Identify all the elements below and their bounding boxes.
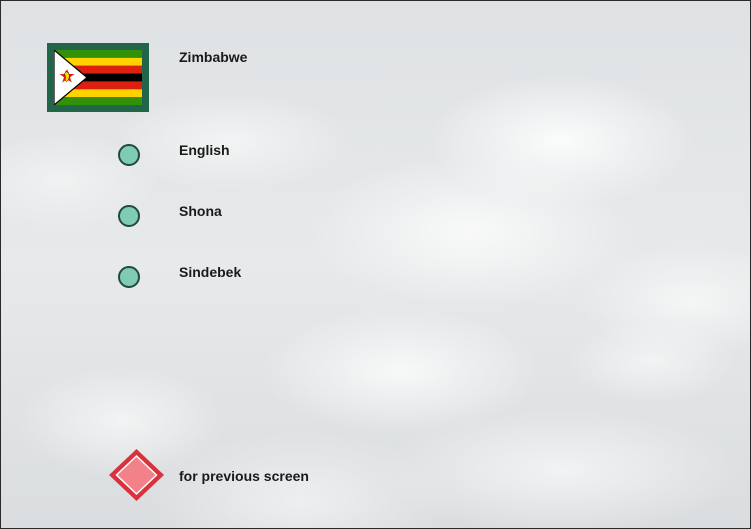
red-diamond-button-icon xyxy=(109,449,164,501)
radio-sindebek[interactable] xyxy=(118,266,140,288)
previous-screen-label[interactable]: for previous screen xyxy=(179,468,309,484)
zimbabwe-flag-icon xyxy=(54,50,142,105)
language-label-sindebek[interactable]: Sindebek xyxy=(179,264,241,280)
language-selection-screen: Zimbabwe English Shona Sindebek for prev… xyxy=(0,0,751,529)
language-label-shona[interactable]: Shona xyxy=(179,203,222,219)
radio-shona[interactable] xyxy=(118,205,140,227)
flag-frame xyxy=(47,43,149,112)
radio-english[interactable] xyxy=(118,144,140,166)
language-label-english[interactable]: English xyxy=(179,142,230,158)
country-name: Zimbabwe xyxy=(179,49,248,65)
previous-screen-button[interactable] xyxy=(108,448,165,507)
